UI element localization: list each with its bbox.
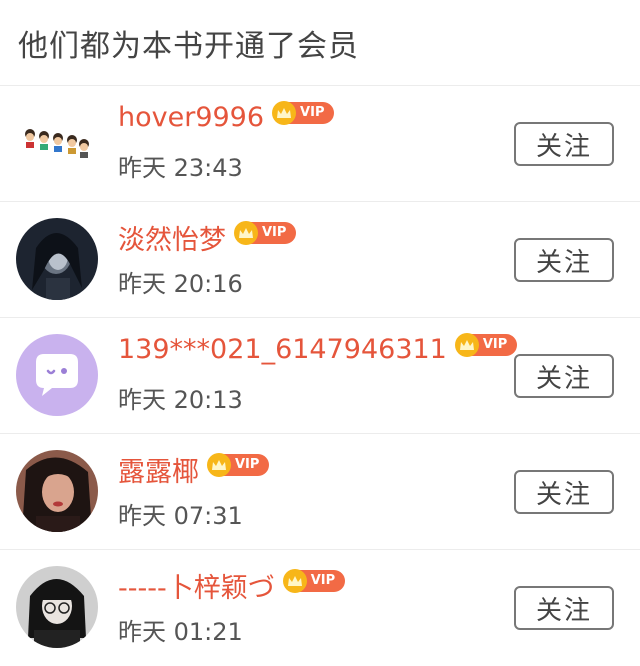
crown-icon	[272, 100, 297, 125]
name-line: -----卜梓颖づ VIP	[118, 566, 346, 605]
crown-icon	[454, 332, 479, 357]
name-line: 露露椰 VIP	[118, 450, 270, 489]
avatar-portrait-image	[16, 450, 98, 532]
member-name[interactable]: 139***021_6147946311	[118, 334, 447, 365]
vip-badge: VIP	[454, 332, 518, 357]
vip-badge: VIP	[207, 452, 270, 477]
header: 他们都为本书开通了会员	[0, 0, 640, 86]
member-row[interactable]: 露露椰 VIP 昨天 07:31 关注	[0, 434, 640, 550]
avatar-portrait-image	[16, 566, 98, 648]
crown-icon	[282, 568, 307, 593]
member-row[interactable]: 139***021_6147946311 VIP 昨天 20:13 关注	[0, 318, 640, 434]
name-line: 淡然怡梦 VIP	[118, 218, 297, 257]
name-line: 139***021_6147946311 VIP	[118, 332, 518, 365]
member-list: hover9996 VIP 昨天 23:43 关注 淡然怡梦 VIP 昨天 20…	[0, 86, 640, 666]
timestamp: 昨天 20:13	[118, 386, 243, 414]
follow-button[interactable]: 关注	[514, 586, 614, 630]
avatar[interactable]	[16, 566, 98, 648]
vip-label: VIP	[482, 337, 508, 352]
follow-button[interactable]: 关注	[514, 470, 614, 514]
avatar[interactable]	[16, 450, 98, 532]
timestamp: 昨天 20:16	[118, 270, 243, 298]
timestamp: 昨天 01:21	[118, 618, 243, 646]
vip-label: VIP	[235, 457, 260, 472]
avatar-portrait-image	[16, 218, 98, 300]
crown-icon	[234, 220, 258, 245]
vip-badge: VIP	[282, 568, 346, 593]
avatar[interactable]	[16, 218, 98, 300]
member-row[interactable]: -----卜梓颖づ VIP 昨天 01:21 关注	[0, 550, 640, 666]
member-name[interactable]: hover9996	[118, 102, 264, 133]
chat-bubble-icon	[16, 334, 98, 416]
member-row[interactable]: hover9996 VIP 昨天 23:43 关注	[0, 86, 640, 202]
name-line: hover9996 VIP	[118, 100, 335, 133]
vip-badge: VIP	[272, 100, 335, 125]
avatar[interactable]	[16, 334, 98, 416]
vip-badge: VIP	[234, 220, 297, 245]
page-title: 他们都为本书开通了会员	[18, 28, 359, 64]
member-name[interactable]: 露露椰	[118, 450, 199, 489]
vip-label: VIP	[262, 225, 287, 240]
vip-label: VIP	[300, 105, 325, 120]
follow-button[interactable]: 关注	[514, 238, 614, 282]
member-row[interactable]: 淡然怡梦 VIP 昨天 20:16 关注	[0, 202, 640, 318]
avatar-stickers-image	[16, 102, 98, 184]
timestamp: 昨天 07:31	[118, 502, 243, 530]
follow-button[interactable]: 关注	[514, 354, 614, 398]
vip-label: VIP	[310, 573, 336, 588]
avatar[interactable]	[16, 102, 98, 184]
member-name[interactable]: 淡然怡梦	[118, 218, 226, 257]
follow-button[interactable]: 关注	[514, 122, 614, 166]
member-name[interactable]: -----卜梓颖づ	[118, 566, 275, 605]
timestamp: 昨天 23:43	[118, 154, 243, 182]
crown-icon	[207, 452, 231, 477]
